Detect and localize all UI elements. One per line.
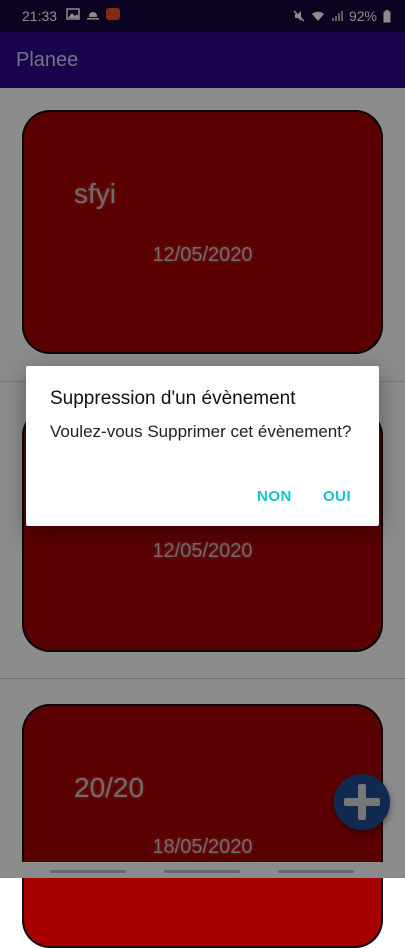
dialog-message: Voulez-vous Supprimer cet évènement? — [50, 422, 352, 441]
confirm-delete-button[interactable]: OUI — [323, 488, 351, 505]
delete-event-dialog: Suppression d'un évènement Voulez-vous S… — [26, 366, 379, 526]
dialog-title: Suppression d'un évènement — [50, 388, 296, 409]
cancel-button[interactable]: NON — [257, 488, 292, 505]
